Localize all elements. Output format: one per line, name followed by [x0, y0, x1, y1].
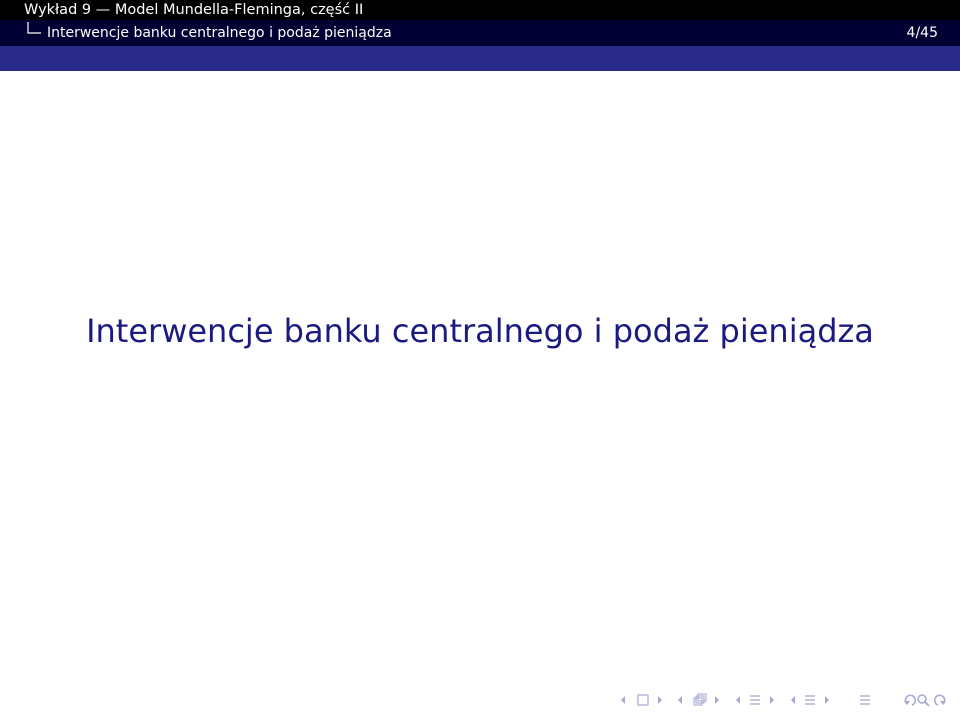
- section-title: Interwencje banku centralnego i podaż pi…: [47, 25, 392, 41]
- presentation-title: Wykład 9 — Model Mundella-Fleminga, częś…: [24, 2, 364, 18]
- next-frame-icon[interactable]: [658, 696, 662, 704]
- subsection-icon[interactable]: [693, 693, 707, 706]
- prev-subsection-icon[interactable]: [678, 696, 682, 704]
- section-header: Interwencje banku centralnego i podaż pi…: [0, 20, 960, 46]
- presentation-header: Wykład 9 — Model Mundella-Fleminga, częś…: [0, 0, 960, 20]
- tree-branch-icon: [27, 22, 41, 34]
- header-band: [0, 46, 960, 71]
- prev-page-icon[interactable]: [791, 696, 795, 704]
- forward-icon[interactable]: [933, 694, 946, 706]
- back-icon[interactable]: [904, 694, 917, 706]
- navigation-bar: [620, 690, 955, 710]
- next-section-icon[interactable]: [770, 696, 774, 704]
- page-icon[interactable]: [805, 695, 815, 705]
- page-counter: 4/45: [906, 25, 938, 41]
- slide-title: Interwencje banku centralnego i podaż pi…: [86, 312, 874, 350]
- next-page-icon[interactable]: [825, 696, 829, 704]
- next-subsection-icon[interactable]: [715, 696, 719, 704]
- section-icon[interactable]: [750, 695, 760, 705]
- prev-frame-icon[interactable]: [621, 696, 625, 704]
- align-icon[interactable]: [860, 695, 870, 705]
- prev-section-icon[interactable]: [736, 696, 740, 704]
- search-icon[interactable]: [917, 694, 930, 707]
- frame-icon[interactable]: [637, 694, 649, 706]
